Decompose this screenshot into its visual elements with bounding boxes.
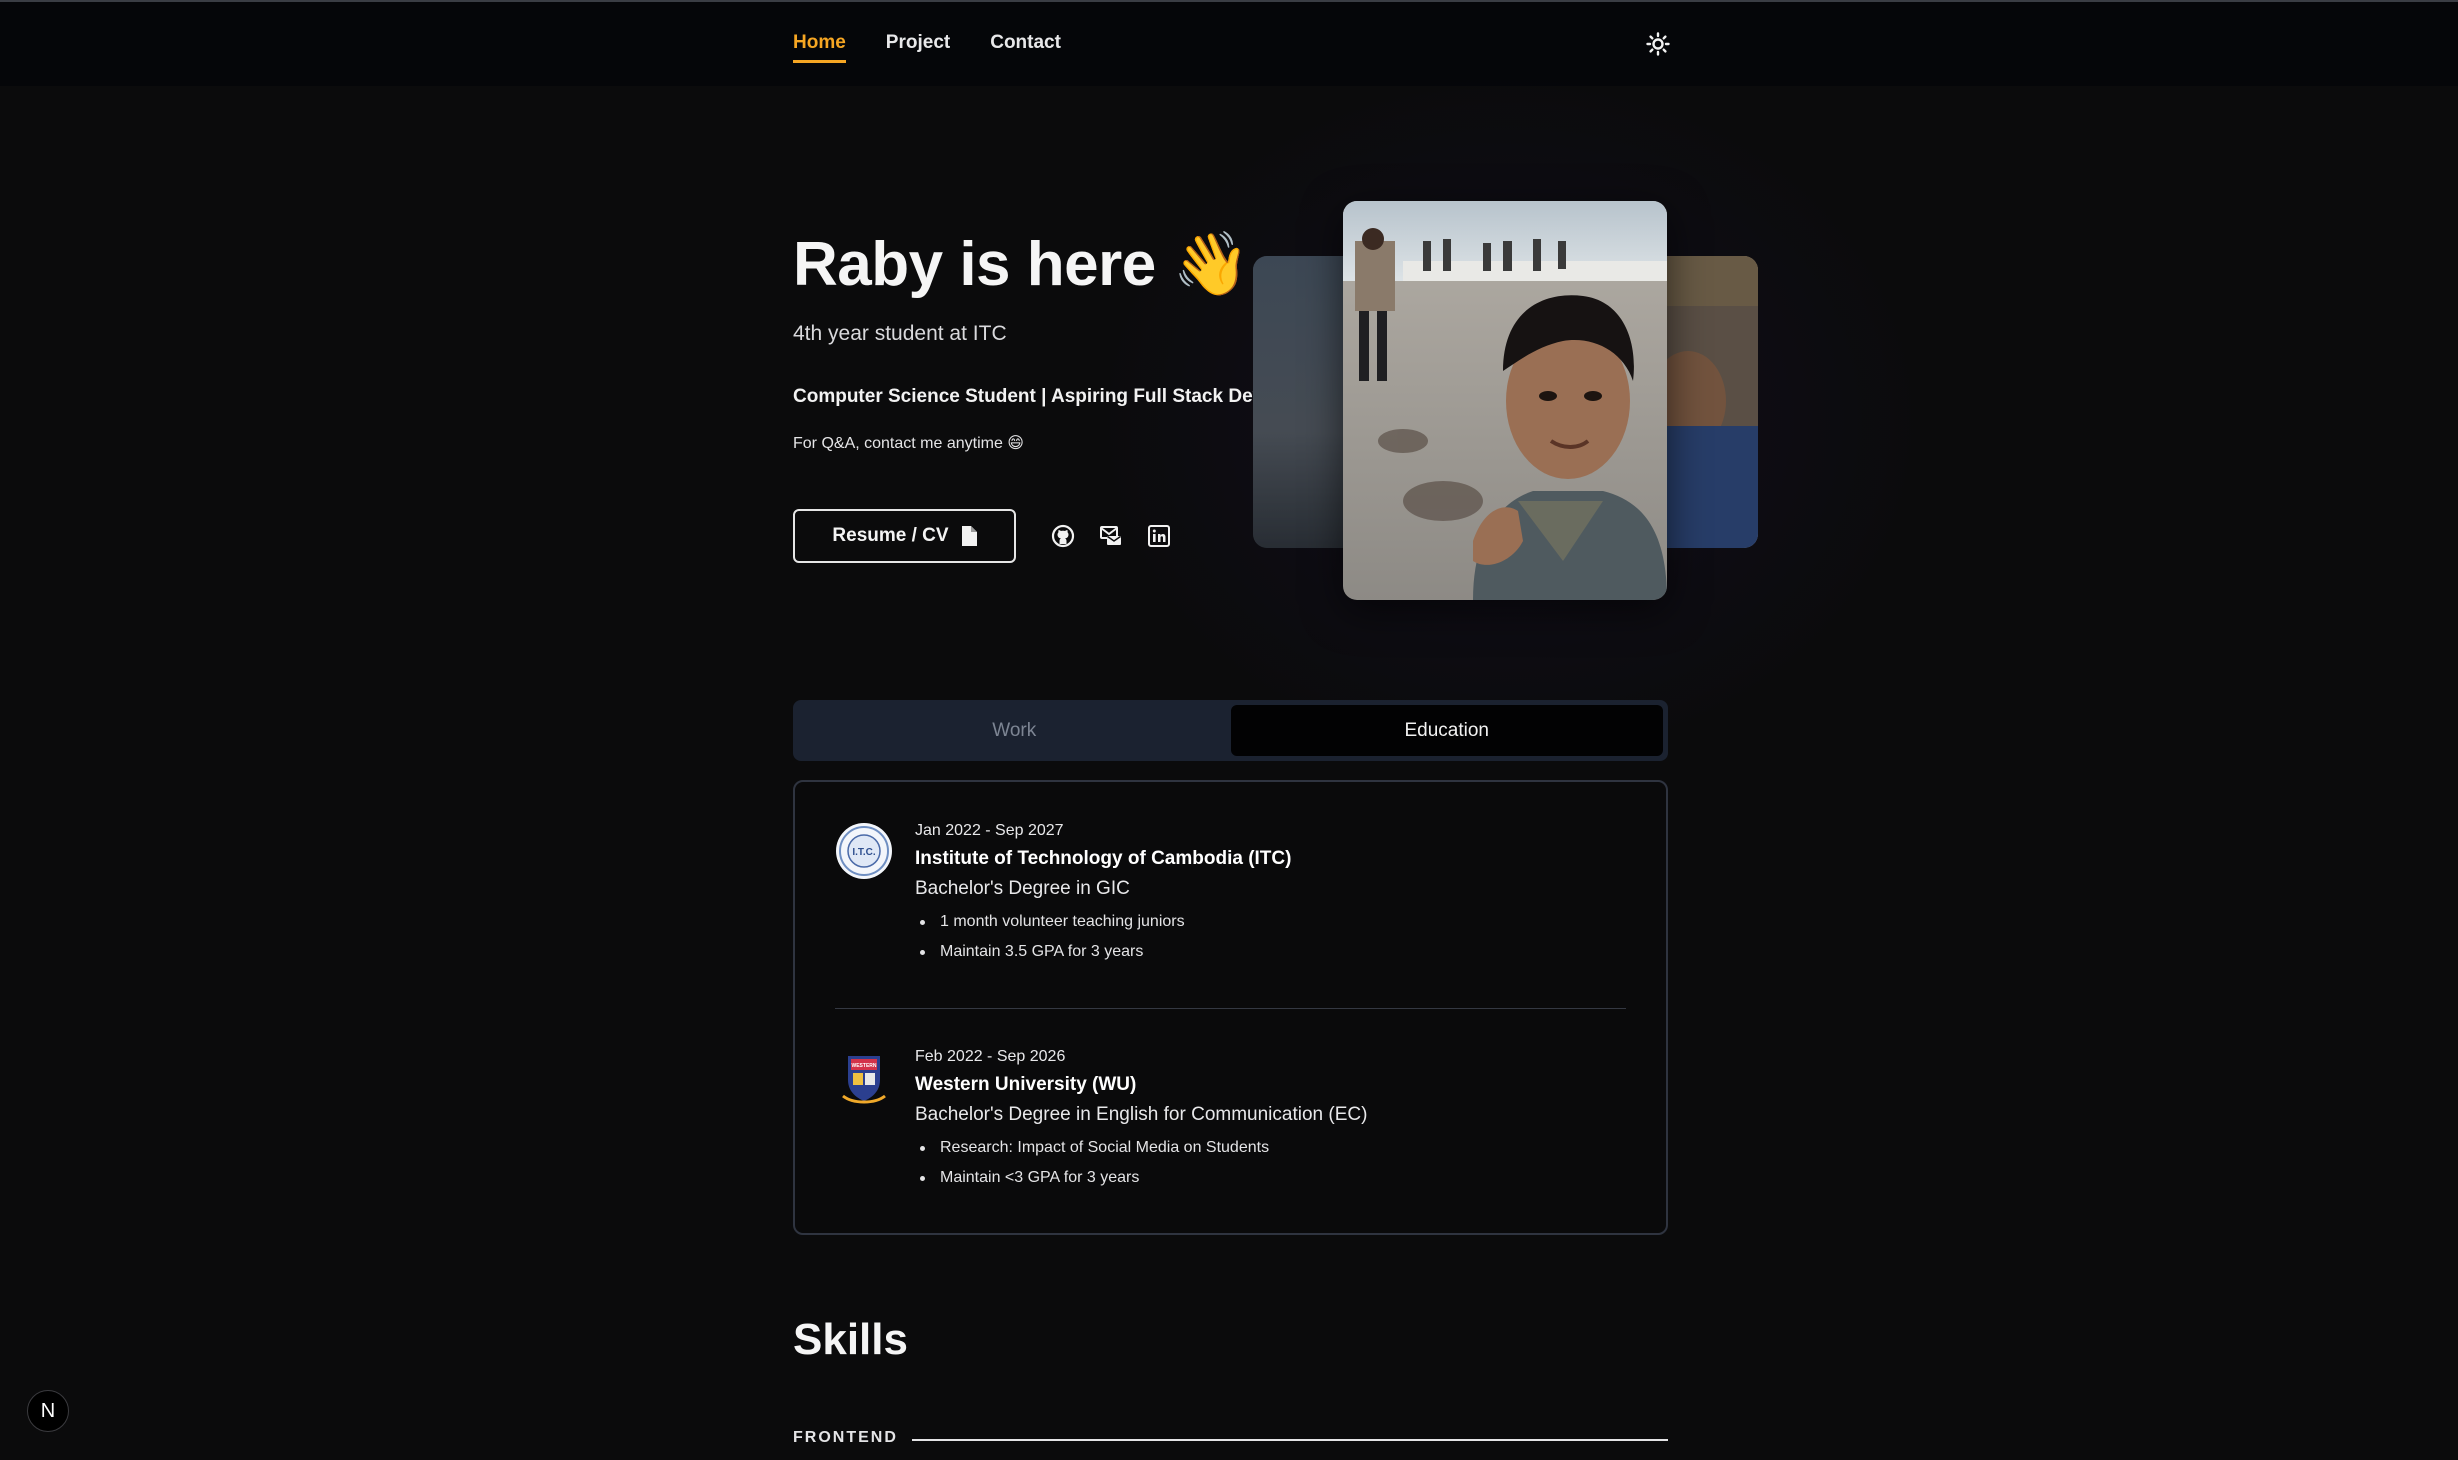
list-item: 1 month volunteer teaching juniors: [920, 907, 1185, 937]
theme-toggle-button[interactable]: [1646, 32, 1670, 56]
skills-category-divider: [912, 1439, 1668, 1441]
github-icon: [1051, 524, 1075, 548]
tab-work[interactable]: Work: [798, 705, 1231, 756]
list-item: Research: Impact of Social Media on Stud…: [919, 1133, 1269, 1163]
profile-photo-image: [1343, 201, 1667, 600]
nav-link-contact[interactable]: Contact: [990, 32, 1061, 63]
resume-cv-button[interactable]: Resume / CV: [793, 509, 1016, 563]
linkedin-icon: [1148, 525, 1170, 547]
hero-title: Raby is here 👋: [793, 228, 1250, 301]
education-dates: Feb 2022 - Sep 2026: [915, 1048, 1066, 1065]
hero-subtitle: 4th year student at ITC: [793, 322, 1007, 345]
list-item: Maintain <3 GPA for 3 years: [919, 1163, 1269, 1193]
resume-cv-label: Resume / CV: [832, 525, 949, 546]
education-achievements: Research: Impact of Social Media on Stud…: [919, 1133, 1269, 1193]
wave-emoji: 👋: [1172, 230, 1250, 299]
hero-role: Computer Science Student | Aspiring Full…: [793, 386, 1321, 407]
education-card: I.T.C. Jan 2022 - Sep 2027 Institute of …: [793, 780, 1668, 1235]
tab-education[interactable]: Education: [1230, 705, 1663, 756]
svg-text:WESTERN: WESTERN: [852, 1063, 877, 1069]
itc-logo: I.T.C.: [836, 823, 892, 879]
email-icon: [1100, 526, 1121, 545]
education-degree: Bachelor's Degree in GIC: [915, 878, 1130, 899]
education-divider: [835, 1008, 1626, 1009]
wu-logo: WESTERN: [842, 1056, 886, 1104]
main-nav: Home Project Contact: [793, 32, 1061, 63]
education-school: Institute of Technology of Cambodia (ITC…: [915, 848, 1292, 869]
nav-link-home[interactable]: Home: [793, 32, 846, 63]
svg-text:I.T.C.: I.T.C.: [852, 847, 876, 858]
document-icon: [961, 526, 977, 546]
email-link[interactable]: [1097, 522, 1125, 550]
github-link[interactable]: [1049, 522, 1077, 550]
education-school: Western University (WU): [915, 1074, 1137, 1095]
skills-category-label: FRONTEND: [793, 1429, 898, 1446]
nav-link-project[interactable]: Project: [886, 32, 950, 63]
education-dates: Jan 2022 - Sep 2027: [915, 822, 1064, 839]
skills-heading: Skills: [793, 1315, 908, 1364]
education-achievements: 1 month volunteer teaching juniors Maint…: [920, 907, 1185, 967]
n-icon: N: [40, 1399, 56, 1422]
education-degree: Bachelor's Degree in English for Communi…: [915, 1104, 1368, 1125]
list-item: Maintain 3.5 GPA for 3 years: [920, 937, 1185, 967]
experience-tabs: Work Education: [793, 700, 1668, 761]
linkedin-link[interactable]: [1145, 522, 1173, 550]
hero-title-text: Raby is here: [793, 230, 1156, 299]
sun-icon: [1646, 32, 1670, 56]
hero-contact-note: For Q&A, contact me anytime 😄: [793, 435, 1024, 452]
nextjs-dev-badge[interactable]: N: [27, 1390, 69, 1432]
profile-photo[interactable]: [1343, 201, 1667, 600]
